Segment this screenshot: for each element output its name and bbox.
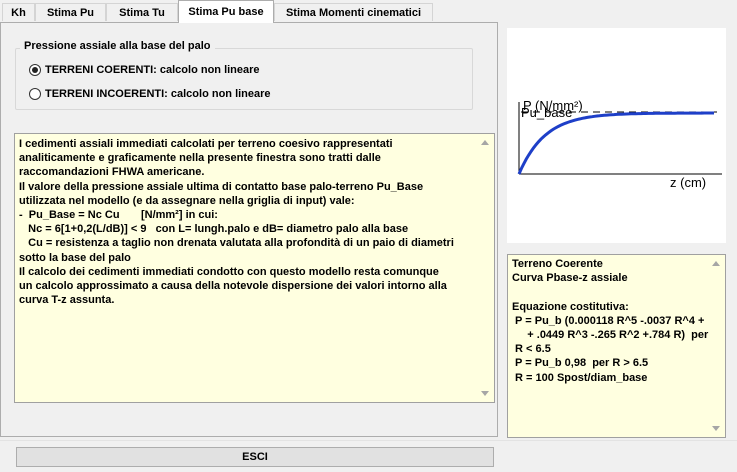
radio-label-incoerenti: TERRENI INCOERENTI: calcolo non lineare [45,88,271,100]
description-scrollbar[interactable] [478,134,494,402]
footer-separator [0,440,737,441]
description-line: Cu = resistenza a taglio non drenata val… [19,237,454,250]
info-line: Terreno Coerente [512,258,603,270]
x-axis-label: z (cm) [670,175,706,190]
info-line: + .0449 R^3 -.265 R^2 +.784 R) per [512,329,709,342]
description-line: curva T-z assunta. [19,294,115,307]
tab-stima-pu[interactable]: Stima Pu [35,3,106,21]
pressure-group-title: Pressione assiale alla base del palo [20,40,215,52]
description-line: sotto la base del palo [19,251,131,264]
tab-bar: Kh Stima Pu Stima Tu Stima Pu base Stima… [0,0,500,23]
tab-stima-momenti-cinematici[interactable]: Stima Momenti cinematici [274,3,433,21]
scroll-up-icon[interactable] [481,140,489,145]
description-line: analiticamente e graficamente nella pres… [19,152,381,165]
scroll-down-icon[interactable] [712,426,720,431]
description-line: un calcolo approssimato a causa della no… [19,280,447,293]
info-scrollbar[interactable] [709,255,725,437]
equation-info-text: Terreno Coerente Curva Pbase-z assiale Eq… [512,257,708,385]
pbase-z-curve [517,111,714,175]
info-line: R = 100 Spost/diam_base [512,371,648,384]
pbase-z-chart: P (N/mm²) Pu_base z (cm) [507,28,726,243]
tab-stima-tu[interactable]: Stima Tu [106,3,178,21]
tab-kh[interactable]: Kh [2,3,35,21]
pbase-z-chart-svg: P (N/mm²) Pu_base z (cm) [517,98,722,190]
info-line: R < 6.5 [512,343,551,356]
description-line: raccomandazioni FHWA americane. [19,166,205,179]
radio-unchecked-icon[interactable] [29,88,41,100]
radio-label-coerenti: TERRENI COERENTI: calcolo non lineare [45,64,260,76]
radio-terreni-incoerenti[interactable]: TERRENI INCOERENTI: calcolo non lineare [29,86,271,102]
info-line [512,285,708,299]
tab-stima-pu-base[interactable]: Stima Pu base [178,0,274,23]
description-line: - Pu_Base = Nc Cu [N/mm²] in cui: [19,209,218,222]
radio-checked-icon[interactable] [29,64,41,76]
scroll-up-icon[interactable] [712,261,720,266]
description-line: Il valore della pressione assiale ultima… [19,180,424,193]
pu-base-label: Pu_base [521,105,572,120]
equation-info-panel[interactable]: Terreno Coerente Curva Pbase-z assiale Eq… [507,254,726,438]
description-line: Il calcolo dei cedimenti immediati condo… [19,265,439,278]
description-text: I cedimenti assiali immediati calcolati … [19,137,454,307]
description-line: I cedimenti assiali immediati calcolati … [19,138,393,150]
info-line: P = Pu_b (0.000118 R^5 -.0037 R^4 + [512,314,705,327]
info-line: Equazione costitutiva: [512,300,629,313]
description-memo[interactable]: I cedimenti assiali immediati calcolati … [14,133,495,403]
radio-terreni-coerenti[interactable]: TERRENI COERENTI: calcolo non lineare [29,62,260,78]
exit-button[interactable]: ESCI [16,447,494,467]
info-line: P = Pu_b 0,98 per R > 6.5 [512,357,649,370]
info-line: Curva Pbase-z assiale [512,272,628,285]
description-line: Nc = 6[1+0,2(L/dB)] < 9 con L= lungh.pal… [19,223,409,236]
description-line: utilizzata nel modello (e da assegnare n… [19,194,355,207]
scroll-down-icon[interactable] [481,391,489,396]
